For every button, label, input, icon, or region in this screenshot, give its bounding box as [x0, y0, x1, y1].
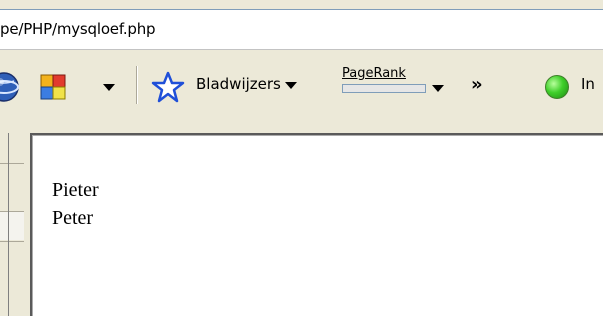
page-viewport-inner-border — [32, 135, 603, 316]
side-panel-tab[interactable] — [0, 212, 24, 240]
pagerank-bar — [342, 84, 426, 93]
chevron-down-icon[interactable] — [432, 85, 444, 92]
toolbar — [0, 51, 603, 133]
address-url[interactable]: pe/PHP/mysqloef.php — [0, 20, 156, 38]
pagerank-widget[interactable]: PageRank — [342, 66, 428, 93]
page-content: Pieter Peter — [52, 176, 99, 232]
bookmarks-label: Bladwijzers — [196, 75, 281, 93]
pagerank-label: PageRank — [342, 66, 406, 81]
page-text-line: Peter — [52, 207, 94, 229]
page-text-line: Pieter — [52, 179, 99, 201]
extension-blocks-icon[interactable] — [37, 71, 69, 103]
side-panel-divider — [0, 163, 24, 164]
star-icon[interactable] — [151, 70, 185, 104]
bookmarks-menu[interactable]: Bladwijzers — [196, 75, 297, 93]
page-viewport — [30, 133, 603, 316]
chevron-down-icon — [284, 81, 297, 89]
truncated-toolbar-label[interactable]: In — [581, 75, 595, 93]
globe-icon[interactable] — [0, 71, 20, 103]
toolbar-separator — [136, 66, 138, 104]
address-bar[interactable]: pe/PHP/mysqloef.php — [0, 10, 603, 50]
side-panel-divider — [0, 241, 24, 242]
window-border — [8, 133, 9, 316]
toolbar-overflow-chevron[interactable]: » — [471, 74, 483, 95]
status-green-icon[interactable] — [545, 75, 569, 99]
chevron-down-icon[interactable] — [103, 84, 115, 91]
side-panel — [0, 133, 28, 316]
